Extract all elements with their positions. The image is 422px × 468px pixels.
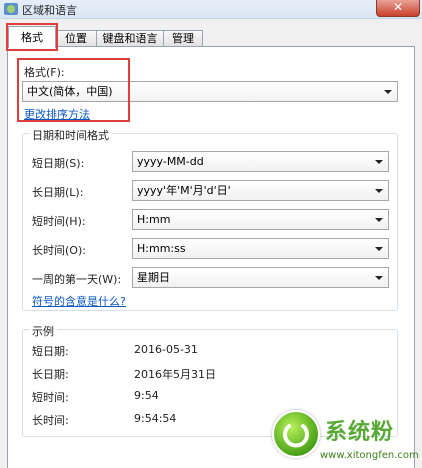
power-icon [283,424,309,448]
example-long-date-value: 2016年5月31日 [134,368,216,381]
chevron-down-icon [375,247,383,251]
notation-meaning-link[interactable]: 符号的含意是什么? [32,293,126,309]
long-time-select[interactable]: H:mm:ss [132,238,389,259]
watermark-logo-icon [272,410,320,458]
window-title: 区域和语言 [22,4,77,17]
watermark-url: www.xitongfen.com [320,450,419,461]
first-day-of-week-select[interactable]: 星期日 [132,267,389,288]
chevron-down-icon [375,276,383,280]
title-bar: 区域和语言 ✕ [0,0,422,19]
first-day-of-week-label: 一周的第一天(W): [32,273,122,286]
long-date-value: yyyy'年'M'月'd'日' [137,184,231,197]
example-long-time-label: 长时间: [32,414,69,427]
short-date-label: 短日期(S): [32,157,85,170]
datetime-group-title: 日期和时间格式 [29,127,112,143]
examples-group-title: 示例 [29,323,57,339]
example-short-time-value: 9:54 [134,389,159,402]
long-time-value: H:mm:ss [137,242,186,255]
short-time-label: 短时间(H): [32,215,86,228]
example-short-date-label: 短日期: [32,345,69,358]
short-time-value: H:mm [137,213,171,226]
chevron-down-icon [375,218,383,222]
globe-icon [4,3,18,15]
annotation-box-format [17,58,130,122]
short-date-select[interactable]: yyyy-MM-dd [132,151,389,172]
long-date-label: 长日期(L): [32,186,84,199]
short-date-value: yyyy-MM-dd [137,155,204,168]
long-time-label: 长时间(O): [32,244,86,257]
example-long-time-value: 9:54:54 [134,412,177,425]
watermark-brand: 系统粉 [325,420,395,445]
tab-location[interactable]: 位置 [55,30,97,47]
annotation-box-tab [6,23,58,51]
example-short-time-label: 短时间: [32,391,69,404]
first-day-of-week-value: 星期日 [137,271,170,284]
example-short-date-value: 2016-05-31 [134,343,198,356]
close-button[interactable]: ✕ [376,0,420,17]
short-time-select[interactable]: H:mm [132,209,389,230]
long-date-select[interactable]: yyyy'年'M'月'd'日' [132,180,389,201]
chevron-down-icon [384,90,392,94]
tab-keyboards-languages[interactable]: 键盘和语言 [96,30,164,47]
chevron-down-icon [375,189,383,193]
example-long-date-label: 长日期: [32,368,69,381]
chevron-down-icon [375,160,383,164]
tab-administrative[interactable]: 管理 [163,30,203,47]
